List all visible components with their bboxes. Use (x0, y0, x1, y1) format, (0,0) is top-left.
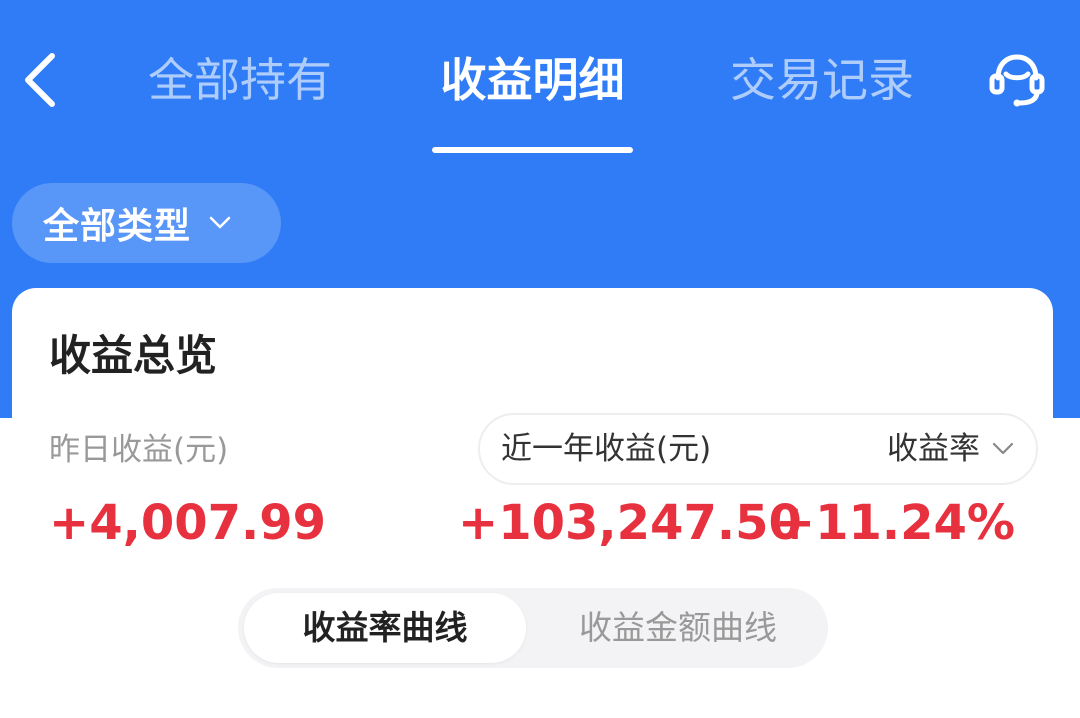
type-filter-label: 全部类型 (43, 206, 192, 247)
card-title: 收益总览 (49, 331, 218, 380)
chevron-down-icon (209, 216, 231, 230)
earnings-rate-value: +11.24% (774, 495, 1015, 551)
customer-service-icon (989, 54, 1045, 107)
rate-label: 收益率 (887, 431, 980, 467)
amount-curve-option[interactable]: 收益金额曲线 (538, 593, 818, 663)
rate-dropdown[interactable]: 收益率 (887, 425, 1014, 473)
yesterday-earnings-label: 昨日收益(元) (49, 432, 229, 468)
year-earnings-value: +103,247.50 (458, 495, 802, 551)
tab-all-holdings[interactable]: 全部持有 (140, 44, 340, 116)
back-arrow-icon (25, 53, 55, 107)
period-metric-selector: 近一年收益(元) 收益率 (478, 413, 1038, 485)
top-nav-bar: 全部持有 收益明细 交易记录 (0, 0, 1080, 165)
customer-service-button[interactable] (982, 44, 1052, 114)
type-filter-dropdown[interactable]: 全部类型 (12, 183, 281, 263)
tab-transaction-records[interactable]: 交易记录 (722, 44, 922, 116)
back-button[interactable] (16, 48, 64, 112)
active-tab-indicator (432, 147, 633, 153)
yesterday-earnings-value: +4,007.99 (49, 495, 327, 551)
curve-type-toggle: 收益率曲线 收益金额曲线 (238, 588, 828, 668)
chevron-down-icon (992, 442, 1014, 455)
rate-curve-option[interactable]: 收益率曲线 (244, 593, 526, 663)
earnings-overview-card: 收益总览 昨日收益(元) 近一年收益(元) 收益率 +4,007.99 +103… (12, 288, 1053, 718)
year-earnings-label: 近一年收益(元) (501, 431, 712, 467)
tab-earnings-detail[interactable]: 收益明细 (432, 44, 633, 116)
